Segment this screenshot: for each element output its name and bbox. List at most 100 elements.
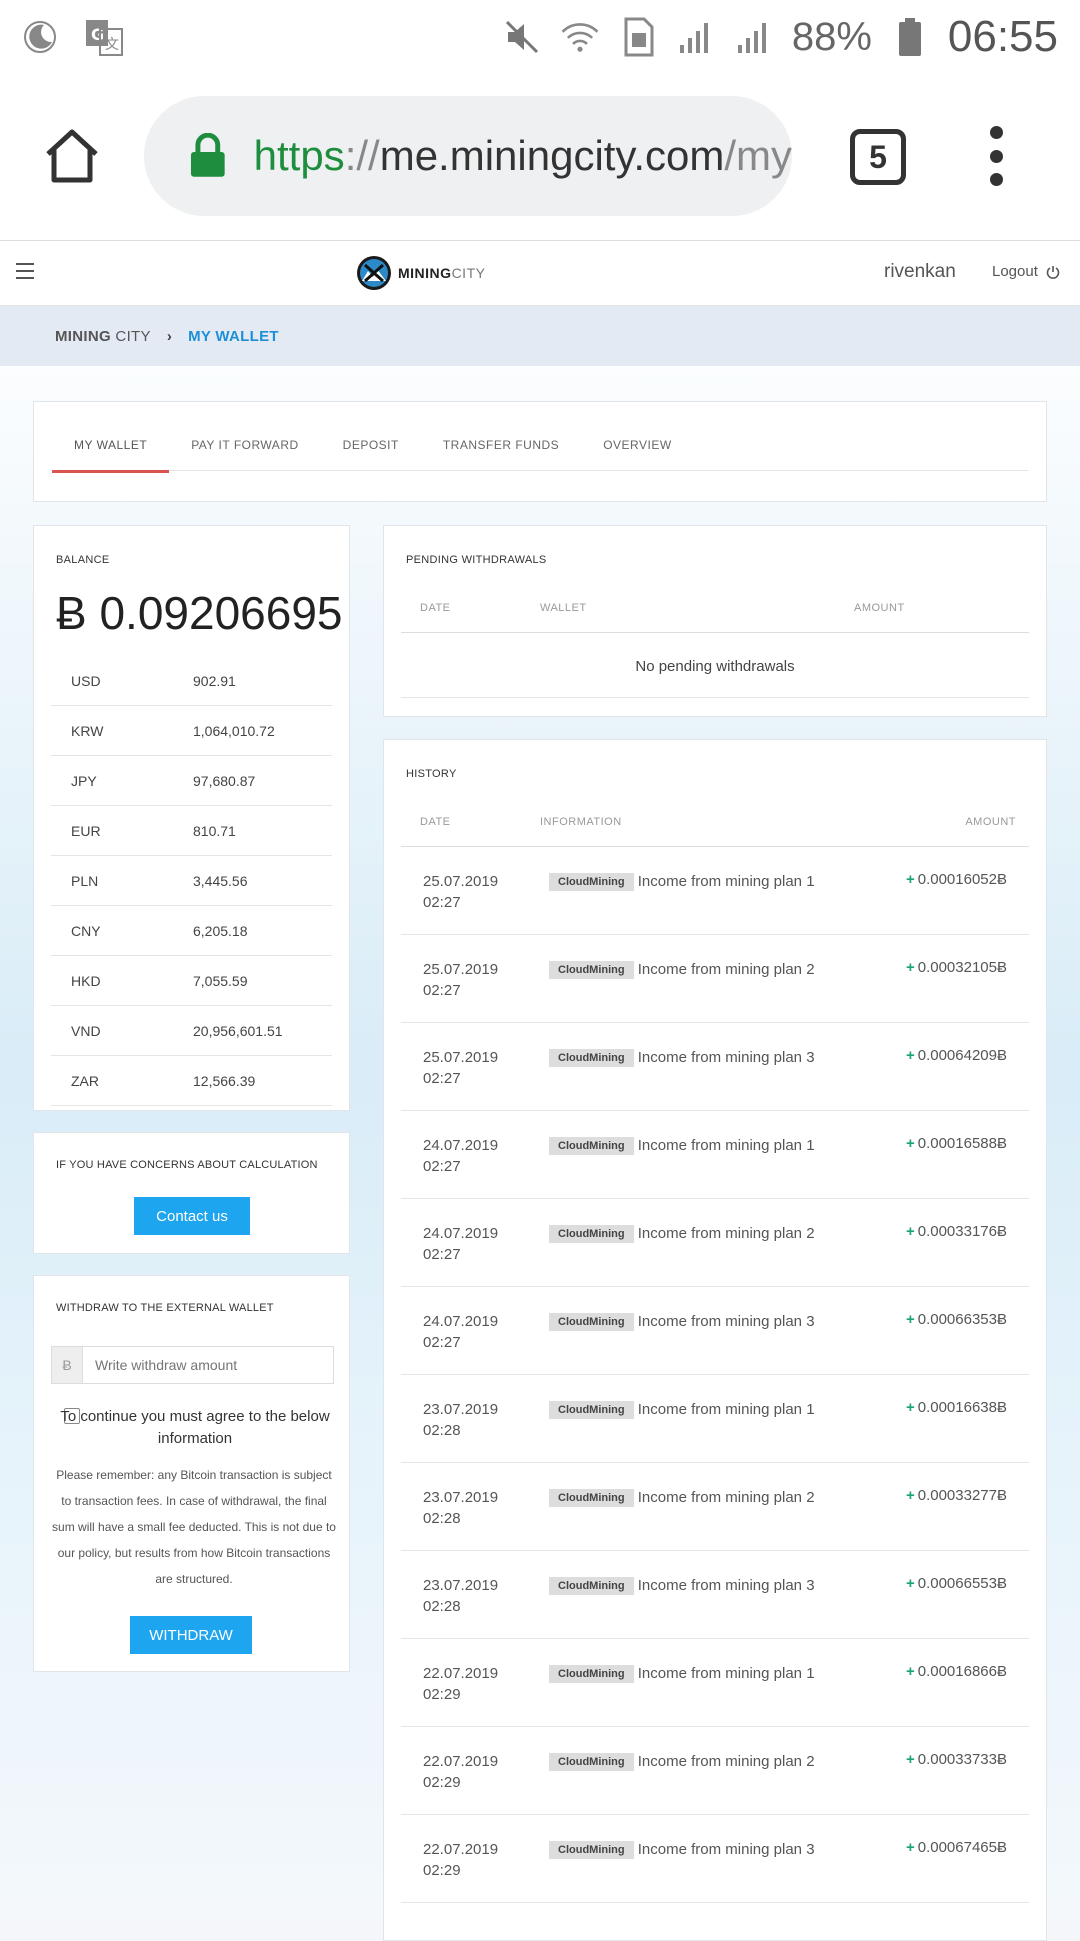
sim-icon [618,17,658,57]
tab-pay-it-forward[interactable]: PAY IT FORWARD [169,420,320,470]
currency-row: ZAR 12,566.39 [51,1055,332,1106]
history-col-date: DATE [420,816,451,828]
history-info: CloudMining Income from mining plan 3 [549,1311,819,1332]
history-row: 25.07.2019 02:27 CloudMining Income from m… [401,935,1029,1023]
pending-col-amount: AMOUNT [854,602,905,614]
mining-city-logo[interactable]: MININGCITY [356,255,485,291]
power-icon [1046,265,1060,279]
history-date-day: 22.07.2019 [423,1841,499,1858]
cloudmining-badge: CloudMining [549,873,634,891]
logo-icon [357,256,391,290]
home-button[interactable] [42,126,102,186]
cloudmining-badge: CloudMining [549,1401,634,1419]
withdraw-title: WITHDRAW TO THE EXTERNAL WALLET [56,1302,274,1314]
pending-withdrawals-card: PENDING WITHDRAWALS DATE WALLET AMOUNT N… [383,525,1047,717]
history-plan-number: 2 [806,961,815,978]
history-row: 23.07.2019 02:28 CloudMining Income from m… [401,1375,1029,1463]
cloudmining-badge: CloudMining [549,1225,634,1243]
withdraw-amount-input[interactable] [83,1347,333,1383]
breadcrumb: MINING CITY › MY WALLET [0,306,1080,366]
plus-icon: + [905,1399,915,1416]
history-date: 22.07.2019 02:29 [423,1751,498,1793]
pending-col-date: DATE [420,602,451,614]
history-amount-value: 0.00032105Ƀ [917,959,1007,976]
history-info: CloudMining Income from mining plan 2 [549,1751,819,1772]
site-header: MININGCITY rivenkan Logout [0,241,1080,306]
currency-value: 7,055.59 [192,955,332,1006]
currency-code: EUR [51,805,192,856]
tab-transfer-funds[interactable]: TRANSFER FUNDS [421,420,581,470]
signal-icon [676,17,716,57]
history-col-info: INFORMATION [540,816,622,828]
username[interactable]: rivenkan [884,261,956,283]
history-plan-number: 1 [806,1137,815,1154]
svg-text:G: G [91,25,104,44]
history-date-day: 24.07.2019 [423,1225,499,1242]
browser-menu-button[interactable] [986,126,1006,186]
history-plan-number: 3 [806,1841,815,1858]
history-date-time: 02:27 [423,1246,461,1263]
history-info: CloudMining Income from mining plan 1 [549,1399,819,1420]
logout-button[interactable]: Logout [992,263,1060,280]
wifi-icon [560,17,600,57]
breadcrumb-root[interactable]: MINING CITY [55,328,151,345]
history-info-text: Income from mining plan [637,1225,803,1242]
tab-deposit[interactable]: DEPOSIT [321,420,421,470]
history-info: CloudMining Income from mining plan 2 [549,1223,819,1244]
plus-icon: + [905,1223,915,1240]
concern-title: IF YOU HAVE CONCERNS ABOUT CALCULATION [56,1159,318,1171]
history-amount-value: 0.00016638Ƀ [917,1399,1007,1416]
withdraw-button[interactable]: WITHDRAW [130,1616,252,1654]
cloudmining-badge: CloudMining [549,1665,634,1683]
history-row: 24.07.2019 02:27 CloudMining Income from m… [401,1287,1029,1375]
history-plan-number: 3 [806,1577,815,1594]
history-info-text: Income from mining plan [637,1841,803,1858]
history-date: 22.07.2019 02:29 [423,1839,498,1881]
currency-row: PLN 3,445.56 [51,855,332,906]
hamburger-menu-icon[interactable] [16,263,34,279]
battery-icon [890,17,930,57]
currency-code: ZAR [51,1055,192,1106]
plus-icon: + [905,1575,915,1592]
tab-overview[interactable]: OVERVIEW [581,420,693,470]
history-info: CloudMining Income from mining plan 1 [549,871,819,892]
history-plan-number: 2 [806,1753,815,1770]
clock: 06:55 [947,12,1058,61]
history-plan-number: 1 [806,873,815,890]
tab-switcher-button[interactable]: 5 [850,129,906,185]
history-amount: +0.00064209Ƀ [906,1047,1007,1064]
address-bar[interactable]: https://me.miningcity.com/my [144,96,792,216]
currency-value: 810.71 [192,805,332,856]
translate-icon: G文 [84,17,124,57]
history-row: 23.07.2019 02:28 CloudMining Income from m… [401,1551,1029,1639]
history-amount: +0.00016866Ƀ [906,1663,1007,1680]
currency-code: KRW [51,705,192,756]
cloudmining-badge: CloudMining [549,961,634,979]
logout-label: Logout [992,263,1038,280]
history-date-day: 25.07.2019 [423,1049,499,1066]
breadcrumb-current[interactable]: MY WALLET [188,328,279,345]
history-amount-value: 0.00066553Ƀ [917,1575,1007,1592]
tab-my-wallet[interactable]: MY WALLET [52,420,170,473]
withdraw-card: WITHDRAW TO THE EXTERNAL WALLET Ƀ To con… [33,1275,350,1672]
url-scheme: https [253,132,345,179]
history-date-time: 02:27 [423,1334,461,1351]
breadcrumb-root-rest: CITY [110,327,151,345]
currency-code: CNY [51,905,192,956]
pending-title: PENDING WITHDRAWALS [406,554,547,566]
history-info-text: Income from mining plan [637,1489,803,1506]
history-amount-value: 0.00016866Ƀ [917,1663,1007,1680]
browser-toolbar: https://me.miningcity.com/my 5 [0,74,1080,241]
history-amount: +0.00016052Ƀ [906,871,1007,888]
url-path: /my [724,132,792,179]
history-amount: +0.00033277Ƀ [906,1487,1007,1504]
history-date-day: 23.07.2019 [423,1489,499,1506]
history-info: CloudMining Income from mining plan 3 [549,1575,819,1596]
contact-us-button[interactable]: Contact us [134,1197,250,1235]
history-info-text: Income from mining plan [637,1577,803,1594]
plus-icon: + [905,1135,915,1152]
history-amount: +0.00067465Ƀ [906,1839,1007,1856]
agree-label: To continue you must agree to the below … [60,1408,330,1447]
history-date-day: 23.07.2019 [423,1577,499,1594]
history-info: CloudMining Income from mining plan 1 [549,1663,819,1684]
